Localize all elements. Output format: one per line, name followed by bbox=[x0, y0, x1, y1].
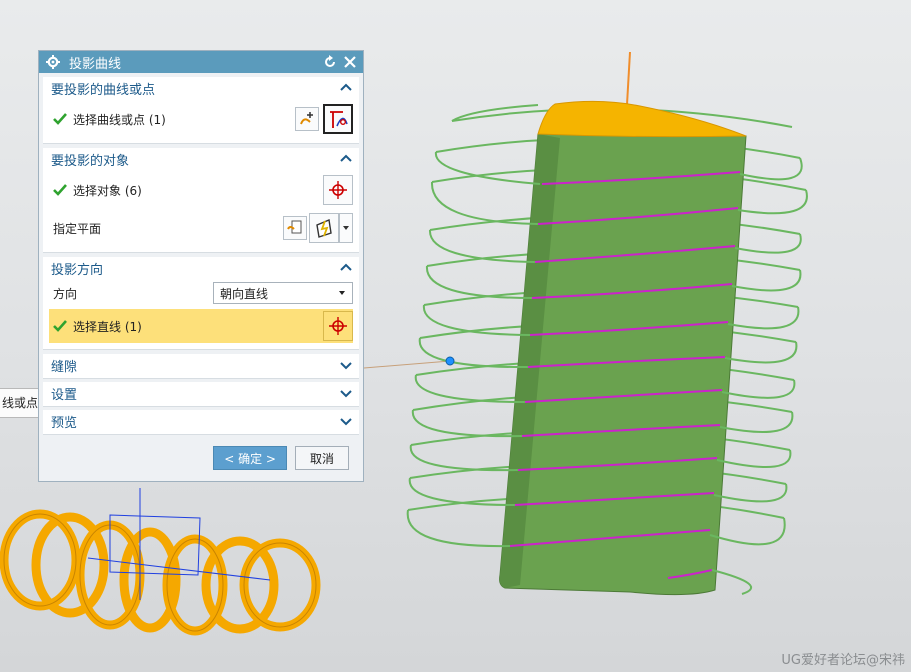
line-endpoint-handle[interactable] bbox=[445, 356, 455, 366]
project-curve-dialog: 投影曲线 要投影的曲线或点 选择曲线或点 (1) 要投影的对象 选择对象 (6)… bbox=[38, 50, 364, 482]
plane-dropdown-button[interactable] bbox=[339, 213, 353, 243]
cancel-button[interactable]: 取消 bbox=[295, 446, 349, 470]
watermark: UG爱好者论坛@宋祎 bbox=[781, 653, 905, 668]
select-curve-label: 选择曲线或点 (1) bbox=[73, 112, 166, 127]
chevron-down-icon bbox=[340, 418, 352, 426]
section-title-gap: 缝隙 bbox=[51, 359, 78, 375]
direction-row: 方向 朝向直线 bbox=[43, 279, 359, 307]
check-icon bbox=[53, 113, 67, 125]
section-title-curves: 要投影的曲线或点 bbox=[51, 82, 156, 98]
section-header-gap[interactable]: 缝隙 bbox=[43, 354, 359, 376]
specify-plane-row[interactable]: 指定平面 bbox=[43, 210, 359, 246]
select-curve-button[interactable] bbox=[323, 104, 353, 134]
select-line-button[interactable] bbox=[323, 311, 353, 341]
section-header-preview[interactable]: 预览 bbox=[43, 410, 359, 432]
section-title-settings: 设置 bbox=[51, 387, 78, 403]
direction-select[interactable]: 朝向直线 bbox=[213, 282, 353, 304]
reset-icon[interactable] bbox=[321, 53, 339, 71]
top-face bbox=[537, 100, 747, 138]
chevron-up-icon bbox=[340, 263, 352, 271]
section-direction: 投影方向 方向 朝向直线 选择直线 (1) bbox=[43, 257, 359, 350]
gear-icon[interactable] bbox=[45, 54, 61, 70]
select-object-row[interactable]: 选择对象 (6) bbox=[43, 170, 359, 210]
plane-dialog-icon bbox=[287, 220, 302, 234]
section-curves: 要投影的曲线或点 选择曲线或点 (1) bbox=[43, 77, 359, 144]
curve-rule-button[interactable] bbox=[295, 107, 319, 131]
check-icon bbox=[53, 320, 67, 332]
chevron-up-icon bbox=[340, 83, 352, 91]
section-title-preview: 预览 bbox=[51, 415, 78, 431]
chevron-up-icon bbox=[340, 154, 352, 162]
select-curve-row[interactable]: 选择曲线或点 (1) bbox=[43, 99, 359, 139]
add-curve-icon bbox=[300, 112, 313, 125]
section-gap: 缝隙 bbox=[43, 354, 359, 379]
section-header-curves[interactable]: 要投影的曲线或点 bbox=[43, 77, 359, 99]
section-title-objects: 要投影的对象 bbox=[51, 153, 130, 169]
dialog-title: 投影曲线 bbox=[69, 56, 122, 72]
select-line-row[interactable]: 选择直线 (1) bbox=[49, 309, 353, 343]
crosshair-icon bbox=[329, 317, 347, 335]
dialog-titlebar[interactable]: 投影曲线 bbox=[39, 51, 363, 73]
select-line-label: 选择直线 (1) bbox=[73, 319, 142, 334]
dropdown-arrow-icon bbox=[339, 291, 345, 295]
chevron-down-icon bbox=[340, 362, 352, 370]
plane-dialog-button[interactable] bbox=[283, 216, 307, 240]
specify-plane-label: 指定平面 bbox=[53, 221, 102, 236]
section-settings: 设置 bbox=[43, 382, 359, 407]
orange-spring bbox=[0, 509, 321, 636]
section-header-direction[interactable]: 投影方向 bbox=[43, 257, 359, 279]
section-header-settings[interactable]: 设置 bbox=[43, 382, 359, 404]
direction-select-value: 朝向直线 bbox=[220, 286, 269, 301]
chevron-down-icon bbox=[340, 390, 352, 398]
dialog-footer: < 确定 > 取消 bbox=[39, 435, 363, 481]
select-object-button[interactable] bbox=[323, 175, 353, 205]
crosshair-icon bbox=[329, 181, 347, 199]
curve-select-icon bbox=[330, 111, 348, 128]
projection-line bbox=[363, 360, 451, 369]
ok-button[interactable]: < 确定 > bbox=[213, 446, 287, 470]
section-preview: 预览 bbox=[43, 410, 359, 435]
select-object-label: 选择对象 (6) bbox=[73, 183, 142, 198]
check-icon bbox=[53, 184, 67, 196]
dropdown-arrow-icon bbox=[343, 226, 349, 230]
section-header-objects[interactable]: 要投影的对象 bbox=[43, 148, 359, 170]
section-objects: 要投影的对象 选择对象 (6) 指定平面 bbox=[43, 148, 359, 253]
close-icon[interactable] bbox=[341, 53, 359, 71]
plane-icon bbox=[316, 219, 332, 238]
direction-label: 方向 bbox=[53, 286, 78, 301]
plane-select-button[interactable] bbox=[309, 213, 339, 243]
section-title-direction: 投影方向 bbox=[51, 262, 104, 278]
